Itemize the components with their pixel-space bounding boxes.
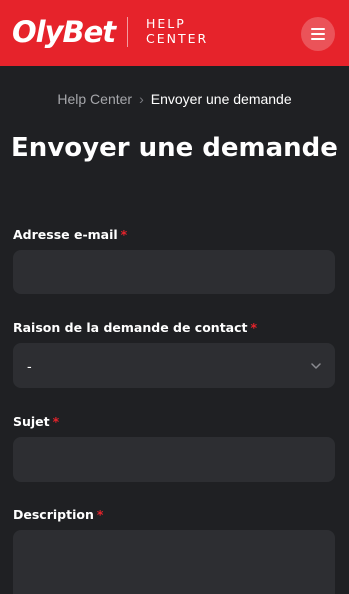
subject-field[interactable] [13,437,335,482]
header-divider [127,17,128,47]
subject-label-text: Sujet [13,414,50,429]
description-label: Description * [13,507,103,523]
breadcrumb: Help Center › Envoyer une demande [0,90,349,108]
help-center-brand[interactable]: HELP CENTER [146,16,226,46]
reason-label: Raison de la demande de contact * [13,320,257,336]
required-mark: * [96,507,104,522]
email-label: Adresse e-mail * [13,227,127,243]
required-mark: * [250,320,258,335]
description-label-text: Description [13,507,94,522]
page-title: Envoyer une demande [11,133,338,163]
subject-label: Sujet * [13,414,59,430]
breadcrumb-separator: › [139,91,144,107]
email-label-text: Adresse e-mail [13,227,118,242]
breadcrumb-current: Envoyer une demande [150,91,292,107]
olybet-logo[interactable]: OlyBet [12,14,116,50]
reason-select-value: - [27,357,32,374]
breadcrumb-home-link[interactable]: Help Center [57,91,132,107]
required-mark: * [120,227,128,242]
description-field[interactable] [13,530,335,594]
reason-select[interactable]: - [13,343,335,388]
hamburger-icon [311,28,325,40]
site-header: OlyBet HELP CENTER [0,0,349,66]
email-field[interactable] [13,250,335,294]
reason-label-text: Raison de la demande de contact [13,320,248,335]
chevron-down-icon [311,362,321,369]
menu-button[interactable] [301,17,335,51]
required-mark: * [52,414,60,429]
